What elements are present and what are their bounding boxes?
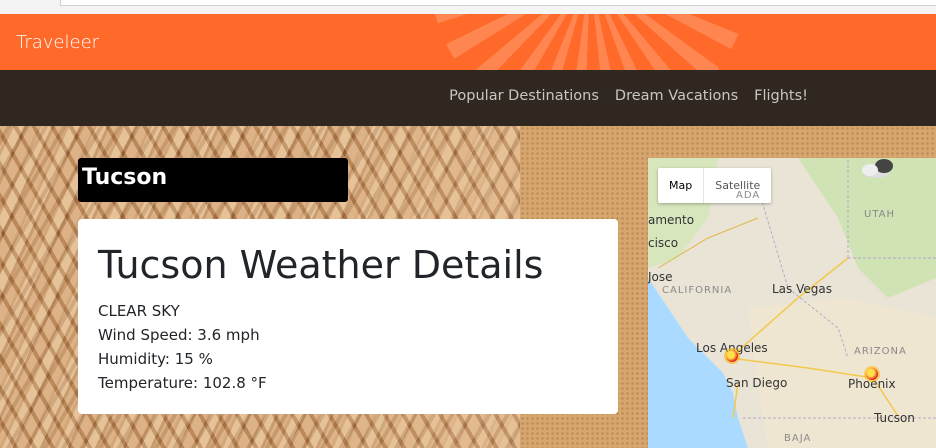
- place-sacramento: amento: [648, 213, 695, 227]
- weather-condition: CLEAR SKY: [98, 302, 180, 320]
- place-las-vegas: Las Vegas: [772, 282, 832, 296]
- map-view-button[interactable]: Map: [658, 168, 705, 203]
- state-baja: BAJA: [784, 433, 812, 444]
- place-san-diego: San Diego: [726, 376, 788, 390]
- address-bar[interactable]: [60, 0, 936, 6]
- state-arizona: ARIZONA: [854, 346, 907, 357]
- sun-icon[interactable]: [726, 350, 738, 362]
- state-california: CALIFORNIA: [662, 285, 733, 296]
- state-utah: UTAH: [864, 209, 896, 220]
- nav-flights[interactable]: Flights!: [754, 88, 808, 104]
- top-navbar: Traveleer: [0, 14, 936, 70]
- weather-card: Tucson Weather Details CLEAR SKY Wind Sp…: [78, 219, 618, 414]
- place-san-francisco: cisco: [648, 236, 679, 250]
- humidity: Humidity: 15 %: [98, 350, 213, 368]
- nav-popular-destinations[interactable]: Popular Destinations: [449, 88, 599, 104]
- city-name: Tucson: [82, 165, 168, 190]
- temperature: Temperature: 102.8 °F: [98, 374, 267, 392]
- browser-strip: [0, 0, 936, 14]
- nav-dream-vacations[interactable]: Dream Vacations: [615, 88, 738, 104]
- state-nevada: ADA: [736, 190, 761, 201]
- secondary-nav: Popular Destinations Dream Vacations Fli…: [0, 70, 936, 126]
- sun-icon[interactable]: [866, 368, 878, 380]
- place-tucson: Tucson: [874, 411, 915, 425]
- map-widget[interactable]: Map Satellite ADA UTAH CALIFORNIA ARIZON…: [648, 158, 936, 448]
- wind-speed: Wind Speed: 3.6 mph: [98, 326, 260, 344]
- place-san-jose: Jose: [648, 270, 673, 284]
- sunburst-decoration: [430, 14, 750, 70]
- weather-title: Tucson Weather Details: [98, 243, 544, 287]
- city-heading: Tucson: [78, 158, 348, 202]
- cloud-icon: [862, 159, 893, 178]
- brand-logo[interactable]: Traveleer: [16, 32, 99, 53]
